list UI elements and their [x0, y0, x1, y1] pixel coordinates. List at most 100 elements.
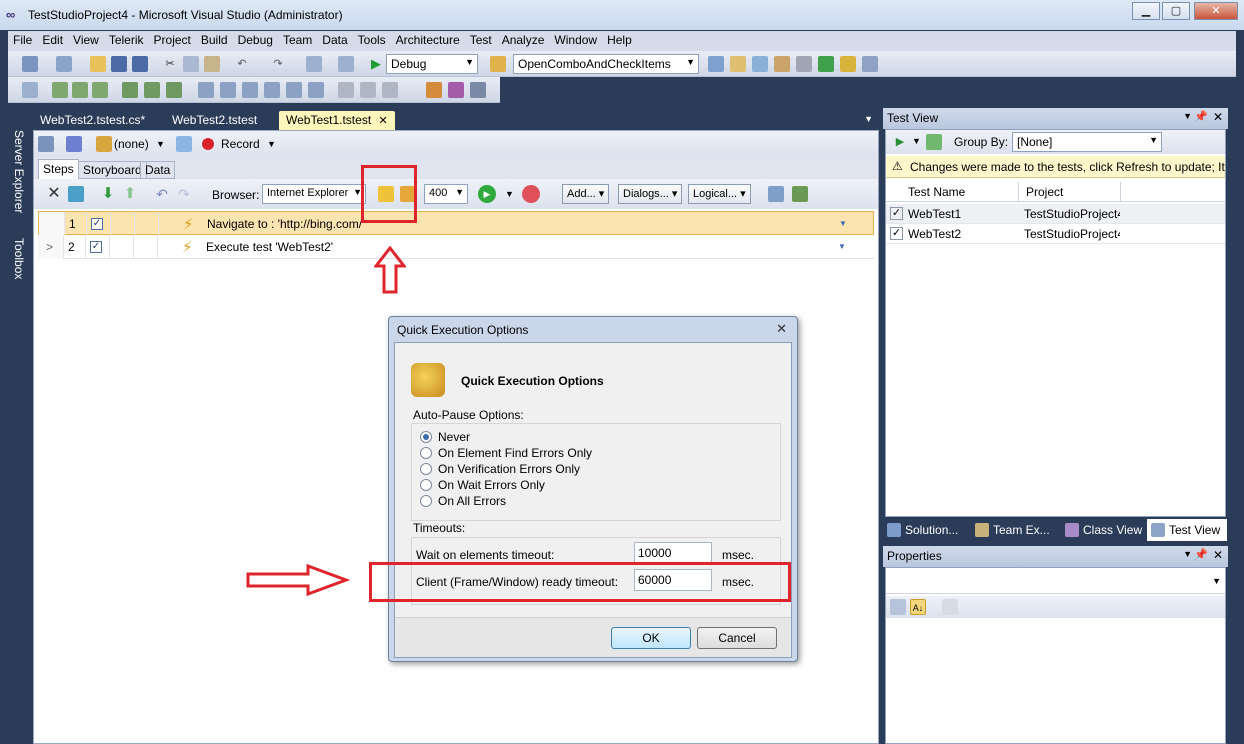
- menu-view[interactable]: View: [68, 31, 104, 47]
- layout-icon[interactable]: [286, 82, 302, 98]
- test-list-row[interactable]: ✓ WebTest1 TestStudioProject4: [886, 204, 1225, 224]
- toolbox-tab[interactable]: Toolbox: [12, 238, 26, 279]
- add-button[interactable]: Add... ▾: [562, 184, 610, 204]
- group-by-dropdown[interactable]: [None] ▼: [1012, 132, 1162, 152]
- menu-architecture[interactable]: Architecture: [391, 31, 465, 47]
- chevron-down-icon[interactable]: ▼: [1183, 111, 1192, 121]
- property-pages-icon[interactable]: [942, 599, 958, 615]
- test-list-row[interactable]: ✓ WebTest2 TestStudioProject4: [886, 224, 1225, 244]
- save-all-icon[interactable]: [132, 56, 148, 72]
- tab-data[interactable]: Data: [140, 161, 176, 179]
- menu-tools[interactable]: Tools: [353, 31, 391, 47]
- close-icon[interactable]: ✕: [1213, 548, 1223, 562]
- column-test-name[interactable]: Test Name: [908, 185, 965, 199]
- layout-icon[interactable]: [308, 82, 324, 98]
- save-icon[interactable]: [111, 56, 127, 72]
- chevron-down-icon[interactable]: ▼: [839, 219, 847, 228]
- new-project-icon[interactable]: [22, 56, 38, 72]
- command-window-icon[interactable]: [862, 56, 878, 72]
- browser-dropdown[interactable]: Internet Explorer ▼: [262, 184, 366, 204]
- toolbar-item-icon[interactable]: [22, 82, 38, 98]
- dialogs-button[interactable]: Dialogs... ▾: [618, 184, 683, 204]
- navigate-backward-icon[interactable]: [306, 56, 322, 72]
- chevron-down-icon[interactable]: ▼: [912, 136, 921, 146]
- project-settings-icon[interactable]: [66, 136, 82, 152]
- radio-wait-errors[interactable]: [420, 479, 432, 491]
- tab-test-view[interactable]: Test View: [1147, 519, 1227, 541]
- refresh-icon[interactable]: [926, 134, 942, 150]
- close-button[interactable]: ✕: [1194, 2, 1238, 20]
- step-icon[interactable]: [72, 82, 88, 98]
- step-row[interactable]: 1 ✓ ⚡ Navigate to : 'http://bing.com/' ▼: [38, 211, 874, 236]
- copy-step-icon[interactable]: [68, 186, 84, 202]
- tab-webtest2-tstest[interactable]: WebTest2.tstest: [165, 111, 264, 131]
- run-test-icon[interactable]: ▶: [478, 185, 496, 203]
- move-down-icon[interactable]: ⬇: [100, 186, 116, 202]
- record-button[interactable]: Record: [221, 137, 260, 151]
- uncomment-icon[interactable]: [360, 82, 376, 98]
- tab-storyboard[interactable]: Storyboard: [78, 161, 147, 179]
- categorized-icon[interactable]: [890, 599, 906, 615]
- tab-solution-explorer[interactable]: Solution...: [883, 519, 962, 541]
- close-icon[interactable]: ✕: [1213, 110, 1223, 124]
- pin-icon[interactable]: 📌: [1194, 110, 1208, 123]
- menu-project[interactable]: Project: [149, 31, 196, 47]
- logical-button[interactable]: Logical... ▾: [688, 184, 751, 204]
- test-list-icon[interactable]: [96, 136, 112, 152]
- comment-icon[interactable]: [338, 82, 354, 98]
- run-tests-icon[interactable]: ▶: [892, 134, 908, 150]
- menu-build[interactable]: Build: [196, 31, 233, 47]
- test-studio-icon[interactable]: [470, 82, 486, 98]
- configuration-dropdown[interactable]: Debug ▼: [386, 54, 478, 74]
- menu-test[interactable]: Test: [465, 31, 497, 47]
- radio-verification-errors[interactable]: [420, 463, 432, 475]
- menu-debug[interactable]: Debug: [233, 31, 278, 47]
- tab-webtest2-cs[interactable]: WebTest2.tstest.cs*: [33, 111, 152, 131]
- layout-icon[interactable]: [198, 82, 214, 98]
- layout-icon[interactable]: [242, 82, 258, 98]
- add-item-icon[interactable]: [56, 56, 72, 72]
- tab-class-view[interactable]: Class View: [1061, 519, 1146, 541]
- object-browser-icon[interactable]: [752, 56, 768, 72]
- open-folder-icon[interactable]: [90, 56, 106, 72]
- chevron-down-icon[interactable]: ▼: [864, 114, 873, 124]
- redo-icon[interactable]: ↷: [176, 186, 192, 202]
- chevron-down-icon[interactable]: ▼: [267, 139, 276, 149]
- record-icon[interactable]: [202, 138, 214, 150]
- move-up-icon[interactable]: ⬆: [122, 186, 138, 202]
- step-icon[interactable]: [92, 82, 108, 98]
- solution-explorer-icon[interactable]: [708, 56, 724, 72]
- menu-analyze[interactable]: Analyze: [497, 31, 550, 47]
- chevron-down-icon[interactable]: ▼: [838, 242, 846, 251]
- find-in-files-icon[interactable]: [490, 56, 506, 72]
- undo-icon[interactable]: ↶: [234, 56, 250, 72]
- test-properties-icon[interactable]: [38, 136, 54, 152]
- alphabetical-icon[interactable]: A↓: [910, 599, 926, 615]
- run-icon[interactable]: [144, 82, 160, 98]
- properties-icon[interactable]: [730, 56, 746, 72]
- menu-telerik[interactable]: Telerik: [104, 31, 149, 47]
- menu-window[interactable]: Window: [549, 31, 602, 47]
- column-project[interactable]: Project: [1026, 185, 1063, 199]
- row-handle[interactable]: [39, 212, 65, 236]
- radio-element-find-errors[interactable]: [420, 447, 432, 459]
- redo-icon[interactable]: ↷: [270, 56, 286, 72]
- copy-icon[interactable]: [183, 56, 199, 72]
- step-enabled-checkbox[interactable]: ✓: [91, 218, 103, 230]
- radio-never[interactable]: [420, 431, 432, 443]
- chevron-down-icon[interactable]: ▼: [505, 189, 514, 199]
- menu-file[interactable]: File: [8, 31, 37, 47]
- row-expander[interactable]: >: [38, 235, 64, 259]
- cancel-button[interactable]: Cancel: [697, 627, 777, 649]
- tab-webtest1-tstest[interactable]: WebTest1.tstest ✕: [279, 111, 395, 131]
- elements-explorer-icon[interactable]: [768, 186, 784, 202]
- step-row[interactable]: > 2 ✓ ⚡ Execute test 'WebTest2' ▼: [38, 235, 874, 259]
- speed-dropdown[interactable]: 400 ▼: [424, 184, 468, 204]
- run-icon[interactable]: [122, 82, 138, 98]
- radio-all-errors[interactable]: [420, 495, 432, 507]
- warning-bar[interactable]: ⚠ Changes were made to the tests, click …: [886, 156, 1225, 178]
- cut-icon[interactable]: ✂: [162, 56, 178, 72]
- step-enabled-checkbox[interactable]: ✓: [90, 241, 102, 253]
- start-page-icon[interactable]: [840, 56, 856, 72]
- undo-icon[interactable]: ↶: [154, 186, 170, 202]
